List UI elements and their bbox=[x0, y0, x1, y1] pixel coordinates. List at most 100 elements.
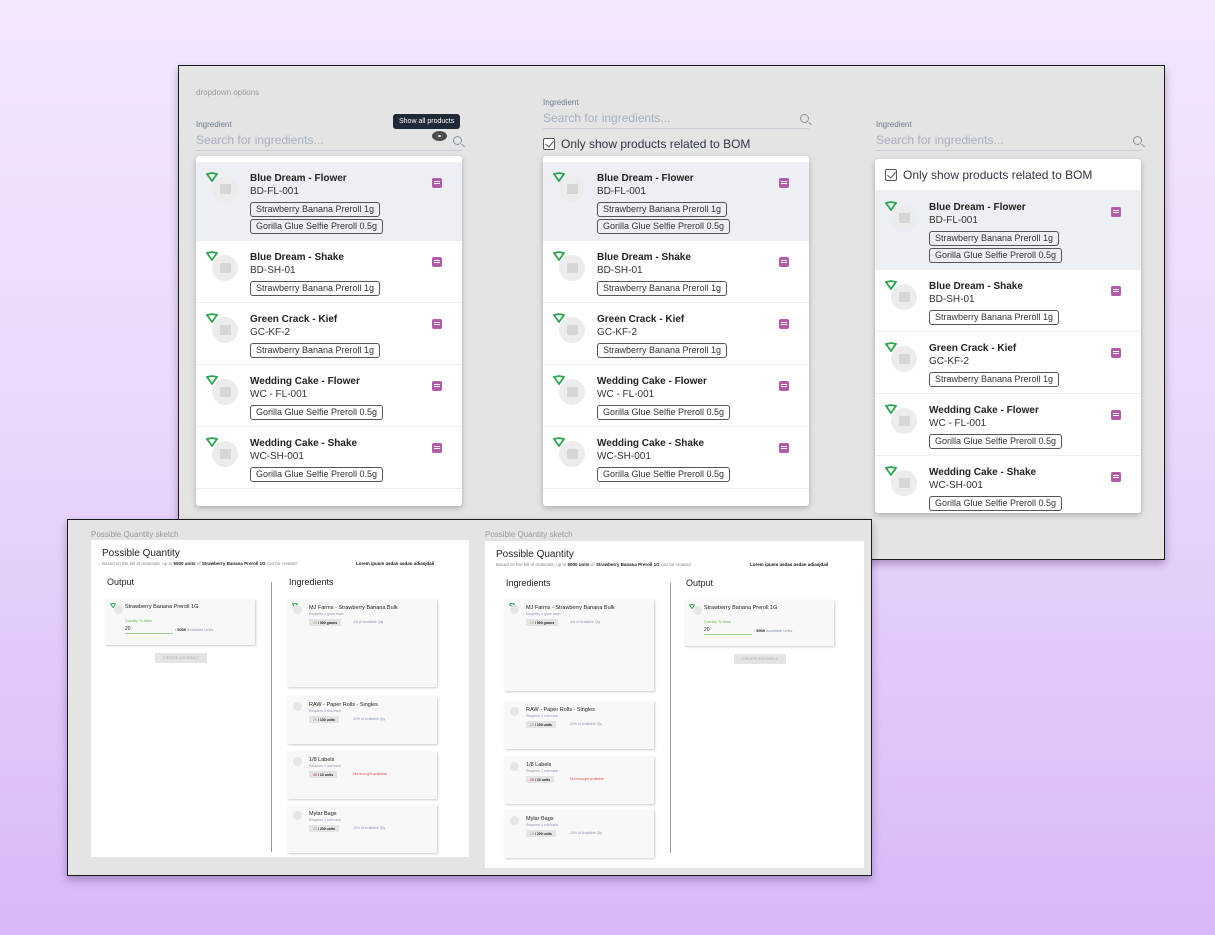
note-icon[interactable] bbox=[779, 319, 789, 329]
quantity-label: Quantity To Make bbox=[125, 619, 153, 623]
field-label: Ingredient bbox=[196, 120, 232, 129]
bom-product-tag: Strawberry Banana Preroll 1g bbox=[597, 343, 728, 358]
bom-product-tag: Strawberry Banana Preroll 1g bbox=[250, 281, 381, 296]
note-icon[interactable] bbox=[779, 257, 789, 267]
product-image-placeholder-icon bbox=[559, 255, 585, 281]
ingredient-requirement: Requires 1 unit each bbox=[309, 764, 342, 768]
ingredient-availability: 20% of Available Qty bbox=[570, 722, 603, 726]
product-image-placeholder-icon bbox=[293, 702, 302, 711]
item-tags: Strawberry Banana Preroll 1g Gorilla Glue… bbox=[597, 200, 809, 234]
product-image-placeholder-icon bbox=[293, 605, 302, 614]
list-item[interactable]: Wedding Cake - Shake WC-SH-001 Gorilla G… bbox=[543, 427, 809, 489]
eye-icon[interactable] bbox=[432, 131, 447, 141]
list-item[interactable]: Blue Dream - Shake BD-SH-01 Strawberry B… bbox=[196, 241, 462, 303]
ingredient-name: Mylar Bags bbox=[526, 816, 554, 822]
search-icon[interactable] bbox=[800, 114, 809, 123]
checkbox-checked-icon[interactable] bbox=[543, 138, 555, 150]
list-item[interactable]: Blue Dream - Flower BD-FL-001 Strawberry… bbox=[875, 191, 1141, 270]
ingredient-requirement: Requires 1 unit each bbox=[526, 823, 559, 827]
ingredient-requirement: Requires 1 unit each bbox=[526, 714, 559, 718]
bom-filter-checkbox[interactable]: Only show products related to BOM bbox=[875, 159, 1141, 191]
note-icon[interactable] bbox=[779, 381, 789, 391]
item-tags: Strawberry Banana Preroll 1g bbox=[597, 279, 809, 296]
search-icon[interactable] bbox=[1133, 136, 1142, 145]
ingredient-search-input[interactable]: Search for ingredients... bbox=[196, 131, 462, 151]
note-icon[interactable] bbox=[432, 381, 442, 391]
ingredient-name: RAW - Paper Rolls - Singles bbox=[309, 702, 378, 708]
list-item[interactable]: Wedding Cake - Flower WC - FL-001 Gorill… bbox=[875, 394, 1141, 456]
item-tags: Gorilla Glue Selfie Preroll 0.5g bbox=[597, 403, 809, 420]
note-icon[interactable] bbox=[432, 443, 442, 453]
search-placeholder: Search for ingredients... bbox=[876, 133, 1004, 147]
item-tags: Strawberry Banana Preroll 1g bbox=[250, 279, 462, 296]
note-icon[interactable] bbox=[1111, 286, 1121, 296]
note-icon[interactable] bbox=[1111, 207, 1121, 217]
sheet-title: Possible Quantity bbox=[102, 548, 180, 559]
product-image-placeholder-icon bbox=[212, 317, 238, 343]
note-icon[interactable] bbox=[432, 178, 442, 188]
ingredient-search-input[interactable]: Search for ingredients... bbox=[543, 111, 809, 129]
list-item[interactable]: Wedding Cake - Shake WC-SH-001 Gorilla G… bbox=[196, 427, 462, 489]
product-image-placeholder-icon bbox=[891, 205, 917, 231]
note-icon[interactable] bbox=[1111, 410, 1121, 420]
ingredient-search-field: Ingredient Search for ingredients... bbox=[543, 98, 809, 129]
sheet-note: Lorem ipusm asdas asdan adiasjdail bbox=[750, 562, 829, 567]
field-label: Ingredient bbox=[543, 98, 579, 107]
ingredient-name: 1/8 Labels bbox=[526, 762, 552, 768]
ingredient-search-input[interactable]: Search for ingredients... bbox=[876, 133, 1142, 151]
note-icon[interactable] bbox=[432, 257, 442, 267]
note-icon[interactable] bbox=[779, 443, 789, 453]
output-card: Strawberry Banana Preroll 1G Quantity To … bbox=[684, 600, 834, 646]
item-sku: BD-FL-001 bbox=[597, 186, 646, 197]
bom-product-tag: Strawberry Banana Preroll 1g bbox=[597, 281, 728, 296]
ingredient-availability: 20% of Available Qty bbox=[353, 717, 386, 721]
search-icon[interactable] bbox=[453, 136, 462, 145]
list-item[interactable]: Blue Dream - Shake BD-SH-01 Strawberry B… bbox=[875, 270, 1141, 332]
note-icon[interactable] bbox=[1111, 472, 1121, 482]
item-name: Green Crack - Kief bbox=[597, 314, 685, 325]
product-image-placeholder-icon bbox=[559, 379, 585, 405]
list-item[interactable]: Wedding Cake - Flower WC - FL-001 Gorill… bbox=[543, 365, 809, 427]
list-item[interactable]: Green Crack - Kief GC-KF-2 Strawberry Ba… bbox=[875, 332, 1141, 394]
quantity-label: Quantity To Make bbox=[704, 620, 732, 624]
bom-product-tag: Gorilla Glue Selfie Preroll 0.5g bbox=[597, 219, 731, 234]
item-sku: WC-SH-001 bbox=[929, 480, 983, 491]
ingredient-card: MJ Farms - Strawberry Banana Bulk Require… bbox=[504, 599, 654, 691]
quantity-to-make-input[interactable]: 20 bbox=[125, 626, 173, 634]
item-name: Wedding Cake - Flower bbox=[597, 376, 707, 387]
list-item[interactable]: Green Crack - Kief GC-KF-2 Strawberry Ba… bbox=[543, 303, 809, 365]
item-sku: GC-KF-2 bbox=[929, 356, 969, 367]
item-tags: Gorilla Glue Selfie Preroll 0.5g bbox=[250, 403, 462, 420]
ingredient-availability: 4% of Available Qty bbox=[353, 620, 384, 624]
list-item[interactable]: Wedding Cake - Shake WC-SH-001 Gorilla G… bbox=[875, 456, 1141, 513]
product-image-placeholder-icon bbox=[891, 346, 917, 372]
list-item[interactable]: Green Crack - Kief GC-KF-2 Strawberry Ba… bbox=[196, 303, 462, 365]
list-item[interactable]: Wedding Cake - Flower WC - FL-001 Gorill… bbox=[196, 365, 462, 427]
note-icon[interactable] bbox=[1111, 348, 1121, 358]
note-icon[interactable] bbox=[432, 319, 442, 329]
ingredient-name: RAW - Paper Rolls - Singles bbox=[526, 707, 595, 713]
note-icon[interactable] bbox=[779, 178, 789, 188]
bom-product-tag: Strawberry Banana Preroll 1g bbox=[929, 310, 1060, 325]
bom-filter-checkbox[interactable]: Only show products related to BOM bbox=[543, 137, 750, 151]
quantity-to-make-input[interactable]: 20 bbox=[704, 627, 752, 635]
create-assembly-button[interactable]: CREATE ASSEMBLY bbox=[734, 654, 787, 664]
sheet-title: Possible Quantity bbox=[496, 549, 574, 560]
item-tags: Strawberry Banana Preroll 1g bbox=[250, 341, 462, 358]
list-item[interactable]: Blue Dream - Flower BD-FL-001 Strawberry… bbox=[196, 162, 462, 241]
create-assembly-button[interactable]: CREATE ASSEMBLY bbox=[155, 653, 208, 663]
checkbox-checked-icon[interactable] bbox=[885, 168, 897, 181]
product-image-placeholder-icon bbox=[212, 441, 238, 467]
output-title: Output bbox=[686, 578, 714, 588]
frame-caption: Possible Quantity sketch bbox=[91, 530, 179, 539]
item-sku: WC - FL-001 bbox=[250, 389, 308, 400]
ingredient-usage-chip: 20 / 100 units bbox=[309, 716, 339, 723]
list-item[interactable]: Blue Dream - Shake BD-SH-01 Strawberry B… bbox=[543, 241, 809, 303]
ingredient-dropdown-list: Only show products related to BOM Blue D… bbox=[875, 159, 1141, 513]
item-sku: BD-SH-01 bbox=[929, 294, 975, 305]
bom-product-tag: Gorilla Glue Selfie Preroll 0.5g bbox=[929, 248, 1063, 263]
bom-product-tag: Gorilla Glue Selfie Preroll 0.5g bbox=[250, 467, 384, 482]
ingredient-card: 1/8 Labels Requires 1 unit each 20 / 10 un… bbox=[287, 751, 437, 799]
list-item[interactable]: Blue Dream - Flower BD-FL-001 Strawberry… bbox=[543, 162, 809, 241]
available-units: / 5000 Available Units bbox=[175, 627, 214, 632]
